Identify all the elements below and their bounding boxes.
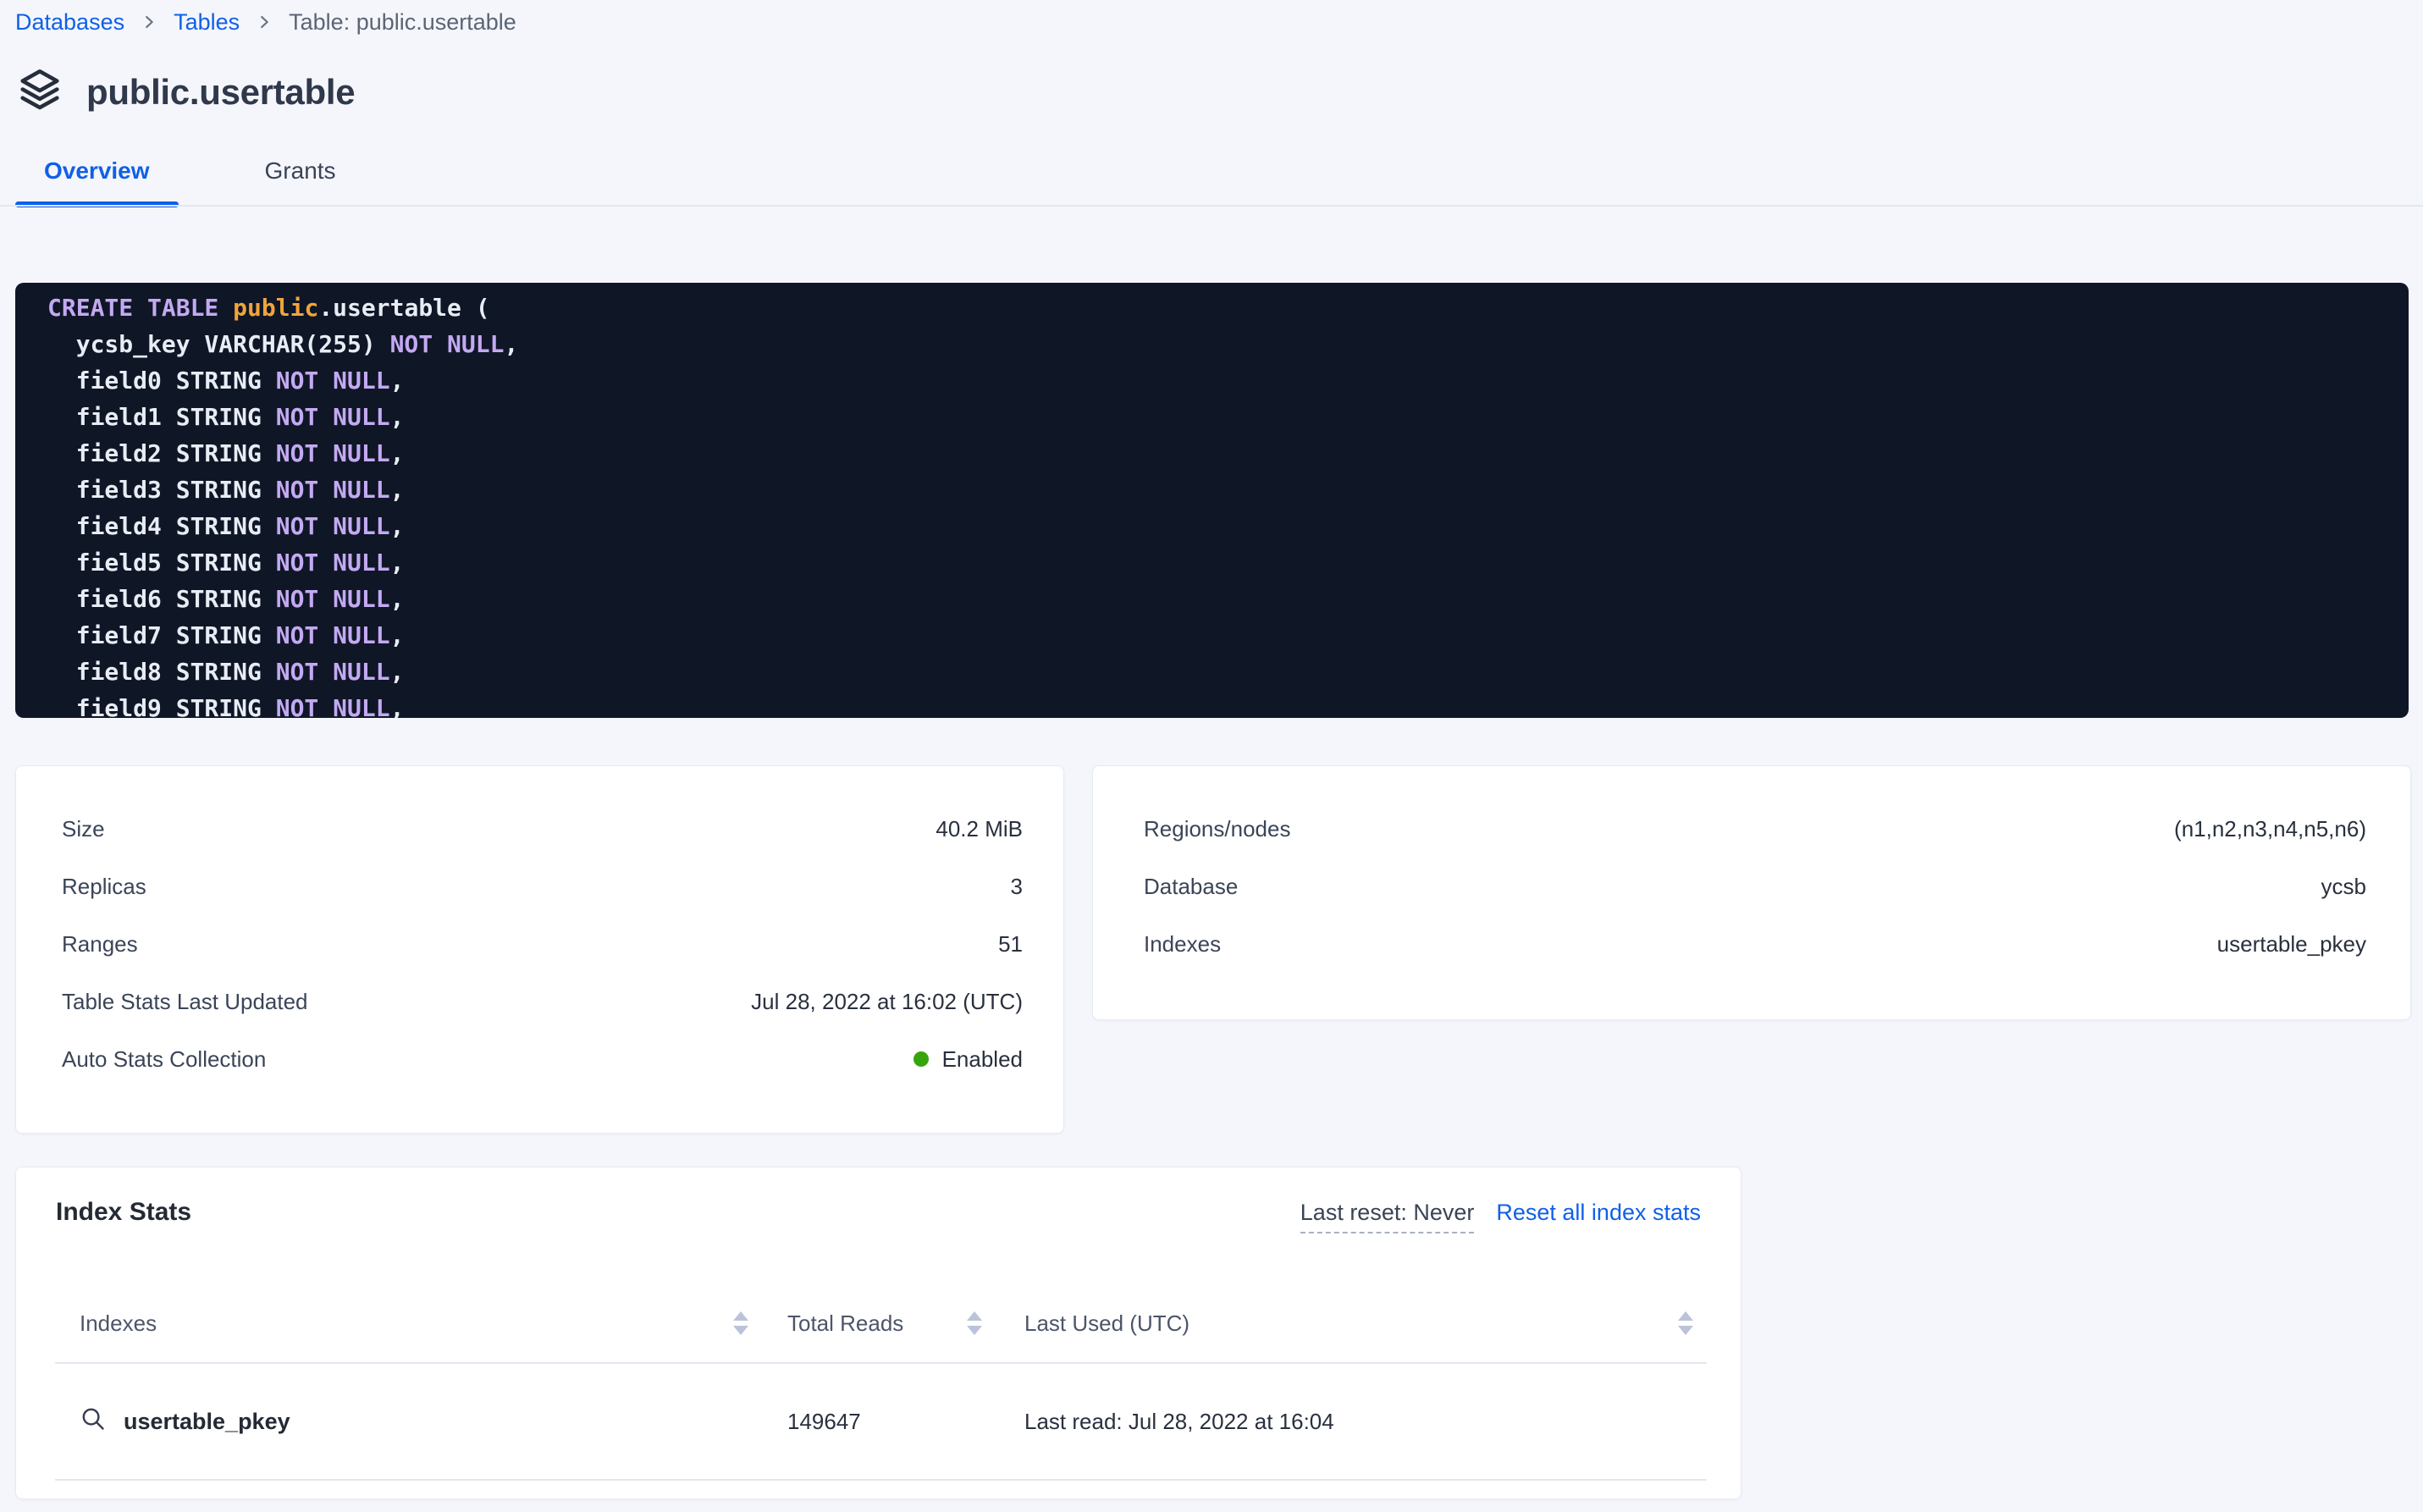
magnifier-icon	[80, 1405, 107, 1438]
tab-grants[interactable]: Grants	[229, 157, 372, 207]
table-details-card: Size 40.2 MiB Replicas 3 Ranges 51 Table Stats…	[15, 765, 1064, 1134]
total-reads-value: 149647	[787, 1409, 1024, 1435]
breadcrumb-current: Table: public.usertable	[289, 9, 516, 36]
column-header-total-reads[interactable]: Total Reads	[787, 1311, 1024, 1337]
detail-value: ycsb	[2321, 874, 2366, 900]
table-details-row: Ranges 51	[62, 915, 1023, 973]
detail-label: Indexes	[1144, 931, 1221, 957]
reset-all-index-stats-link[interactable]: Reset all index stats	[1496, 1200, 1701, 1226]
sql-code-line: CREATE TABLE public.usertable (	[47, 290, 2376, 326]
breadcrumb-link-tables[interactable]: Tables	[174, 9, 240, 36]
detail-label: Size	[62, 816, 105, 842]
table-details-row: Replicas 3	[62, 858, 1023, 915]
detail-value: (n1,n2,n3,n4,n5,n6)	[2174, 816, 2366, 842]
index-stats-card: Index Stats Last reset: Never Reset all …	[15, 1167, 1741, 1499]
sql-code-line: ycsb_key VARCHAR(255) NOT NULL,	[47, 326, 2376, 362]
index-name-cell[interactable]: usertable_pkey	[55, 1405, 787, 1438]
table-topology-row: Database ycsb	[1144, 858, 2366, 915]
sql-code-line: field7 STRING NOT NULL,	[47, 617, 2376, 654]
table-topology-row: Indexes usertable_pkey	[1144, 915, 2366, 973]
sort-arrows-icon	[965, 1311, 984, 1336]
page-title: public.usertable	[86, 72, 355, 113]
detail-label: Auto Stats Collection	[62, 1046, 266, 1073]
sql-code-line: field8 STRING NOT NULL,	[47, 654, 2376, 690]
sql-code-line: field2 STRING NOT NULL,	[47, 435, 2376, 472]
tab-bar: Overview Grants	[15, 157, 2423, 207]
sql-code-line: field6 STRING NOT NULL,	[47, 581, 2376, 617]
chevron-right-icon	[140, 13, 158, 31]
sort-arrows-icon	[731, 1311, 750, 1336]
last-reset-tooltip-text[interactable]: Last reset: Never	[1300, 1200, 1475, 1233]
breadcrumb-link-databases[interactable]: Databases	[15, 9, 124, 36]
detail-value: 40.2 MiB	[936, 816, 1023, 842]
detail-value: Enabled	[913, 1046, 1023, 1073]
status-enabled-dot-icon	[913, 1051, 929, 1067]
breadcrumb: Databases Tables Table: public.usertable	[15, 0, 2423, 36]
sql-code-line: field0 STRING NOT NULL,	[47, 362, 2376, 399]
detail-label: Database	[1144, 874, 1238, 900]
tab-label: Grants	[265, 157, 336, 185]
detail-label: Ranges	[62, 931, 138, 957]
detail-label: Replicas	[62, 874, 146, 900]
chevron-right-icon	[255, 13, 273, 31]
create-table-sql-box: CREATE TABLE public.usertable ( ycsb_key…	[15, 283, 2409, 718]
detail-value: Jul 28, 2022 at 16:02 (UTC)	[751, 989, 1023, 1015]
sql-code-line: field3 STRING NOT NULL,	[47, 472, 2376, 508]
sql-code-line: field1 STRING NOT NULL,	[47, 399, 2376, 435]
tab-overview[interactable]: Overview	[15, 157, 179, 207]
stack-icon	[15, 66, 64, 119]
index-stats-title: Index Stats	[56, 1198, 191, 1227]
table-details-row: Size 40.2 MiB	[62, 800, 1023, 858]
last-used-value: Last read: Jul 28, 2022 at 16:04	[1024, 1409, 1707, 1435]
index-stats-table-row[interactable]: usertable_pkey 149647Last read: Jul 28, 2…	[55, 1364, 1707, 1481]
column-header-label: Total Reads	[787, 1311, 903, 1337]
detail-label: Table Stats Last Updated	[62, 989, 308, 1015]
sql-code-line: field4 STRING NOT NULL,	[47, 508, 2376, 544]
tab-label: Overview	[44, 157, 150, 185]
table-details-row: Auto Stats Collection Enabled	[62, 1030, 1023, 1088]
detail-label: Regions/nodes	[1144, 816, 1290, 842]
column-header-last-used-utc-[interactable]: Last Used (UTC)	[1024, 1311, 1707, 1337]
details-cards-row: Size 40.2 MiB Replicas 3 Ranges 51 Table Stats…	[15, 765, 2423, 1134]
sort-arrows-icon	[1676, 1311, 1695, 1336]
table-details-row: Table Stats Last Updated Jul 28, 2022 at …	[62, 973, 1023, 1030]
sql-code-line: field9 STRING NOT NULL,	[47, 690, 2376, 718]
column-header-indexes[interactable]: Indexes	[55, 1311, 787, 1337]
column-header-label: Last Used (UTC)	[1024, 1311, 1189, 1337]
index-name: usertable_pkey	[124, 1409, 290, 1435]
detail-value: 3	[1011, 874, 1023, 900]
tabbar-divider	[0, 205, 2423, 207]
detail-value: 51	[998, 931, 1023, 957]
page-title-row: public.usertable	[15, 68, 2423, 117]
table-topology-row: Regions/nodes (n1,n2,n3,n4,n5,n6)	[1144, 800, 2366, 858]
index-stats-table: Indexes Total Reads Last Used (UTC) userta…	[55, 1284, 1707, 1481]
table-details-page: Databases Tables Table: public.usertable p…	[0, 0, 2423, 1512]
detail-value: usertable_pkey	[2217, 931, 2366, 957]
sql-code-line: field5 STRING NOT NULL,	[47, 544, 2376, 581]
table-topology-card: Regions/nodes (n1,n2,n3,n4,n5,n6) Database…	[1092, 765, 2411, 1020]
column-header-label: Indexes	[80, 1311, 157, 1337]
